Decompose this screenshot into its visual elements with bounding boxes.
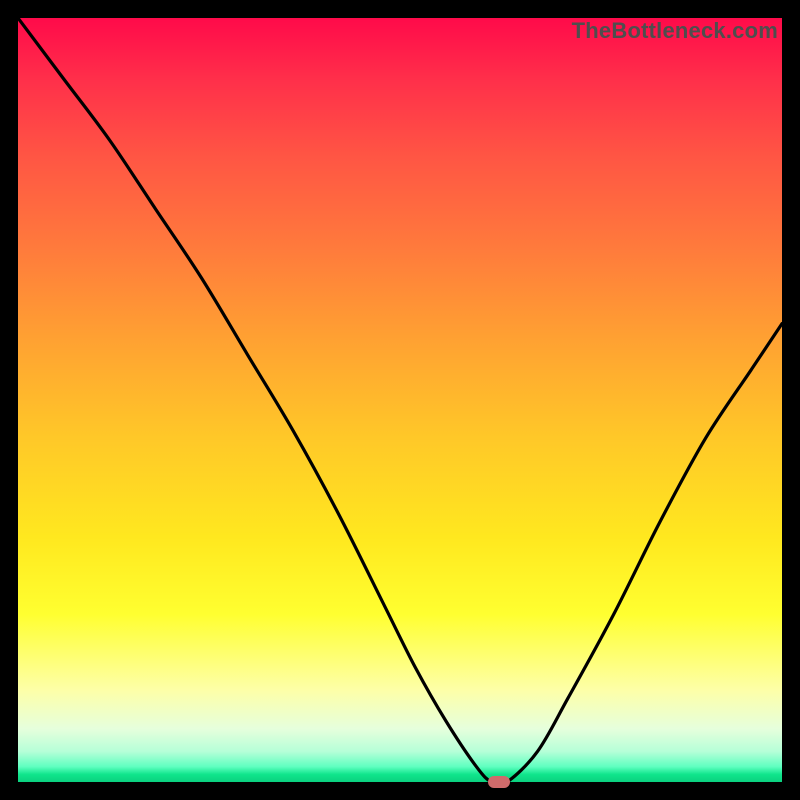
chart-frame: TheBottleneck.com bbox=[0, 0, 800, 800]
bottleneck-curve bbox=[18, 18, 782, 782]
optimal-point-marker bbox=[488, 776, 510, 788]
plot-area: TheBottleneck.com bbox=[18, 18, 782, 782]
